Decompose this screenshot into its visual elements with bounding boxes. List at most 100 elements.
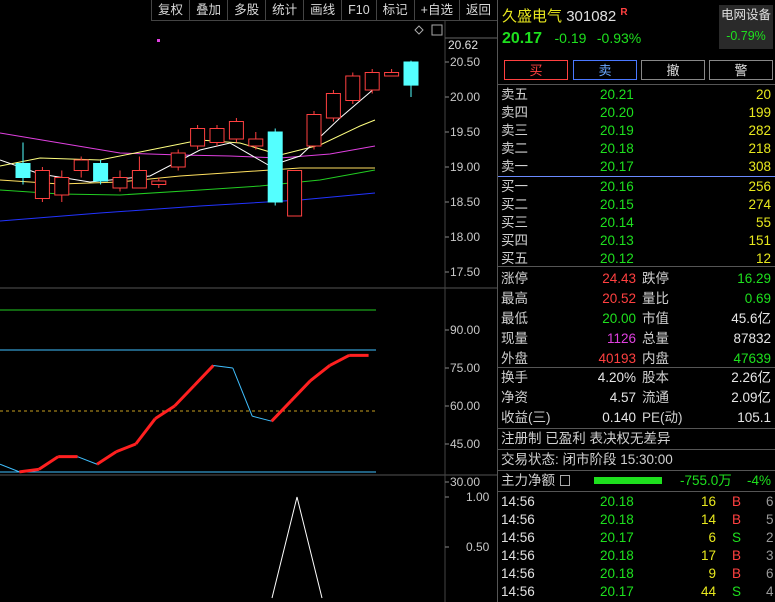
indicator-tick-label: 75.00 (450, 361, 480, 375)
order-row[interactable]: 卖四 20.20 199 (500, 104, 773, 122)
candle-body[interactable] (306, 114, 322, 147)
stat-value: 0.140 (602, 410, 636, 425)
order-volume: 55 (755, 215, 771, 230)
tick-qty: 44 (700, 584, 716, 599)
candle-body[interactable] (34, 170, 50, 199)
divider (498, 266, 775, 267)
stat-label: 市值 (642, 311, 669, 326)
order-row[interactable]: 卖三 20.19 282 (500, 122, 773, 140)
candle-body[interactable] (384, 72, 400, 77)
tick-time: 14:56 (501, 548, 535, 563)
stat-label: 外盘 (501, 351, 528, 366)
list-icon[interactable] (560, 475, 570, 486)
order-volume: 282 (748, 123, 771, 138)
divider (498, 84, 775, 85)
order-volume: 308 (748, 159, 771, 174)
lower-indicator-line (271, 496, 323, 599)
indicator-segment (252, 415, 272, 422)
toolbar-button[interactable]: 返回 (458, 0, 497, 21)
tick-row[interactable]: 14:56 20.18 14 B 5 (500, 511, 774, 529)
price-tick-label: 19.00 (450, 160, 480, 174)
price-tick-label: 17.50 (450, 265, 480, 279)
candle-body[interactable] (15, 163, 31, 178)
toolbar-button[interactable]: 叠加 (189, 0, 228, 21)
toolbar-button[interactable]: 统计 (265, 0, 304, 21)
current-price-label: 20.62 (448, 38, 478, 52)
tick-row[interactable]: 14:56 20.18 16 B 6 (500, 493, 774, 511)
candle-body[interactable] (73, 159, 89, 171)
order-row[interactable]: 买四 20.13 151 (500, 232, 773, 250)
toolbar-button[interactable]: 标记 (375, 0, 414, 21)
tick-count: 5 (766, 512, 774, 527)
sell-button[interactable]: 卖 (573, 60, 637, 80)
candle-body[interactable] (170, 152, 186, 168)
tick-row[interactable]: 14:56 20.17 6 S 2 (500, 529, 774, 547)
candle-body[interactable] (54, 177, 70, 196)
tick-time: 14:56 (501, 566, 535, 581)
panel-toggle-icon[interactable] (431, 24, 443, 36)
toolbar-button[interactable]: 多股 (227, 0, 266, 21)
stat-value: 20.52 (602, 291, 636, 306)
alert-button[interactable]: 警 (709, 60, 773, 80)
quote-panel: 久盛电气 301082 R 20.17 -0.19 -0.93% 电网设备 -0… (497, 0, 775, 602)
tick-row[interactable]: 14:56 20.18 17 B 3 (500, 547, 774, 565)
stat-value: 4.57 (609, 390, 636, 405)
candle-body[interactable] (131, 170, 147, 189)
candle-body[interactable] (325, 93, 341, 119)
main-flow-row[interactable]: 主力净额 -755.0万 -4% (500, 472, 773, 490)
divider (498, 428, 775, 429)
order-volume: 20 (755, 87, 771, 102)
indicator-segment (154, 404, 176, 420)
order-row[interactable]: 买一 20.16 256 (500, 178, 773, 196)
stat-value: 87832 (733, 331, 771, 346)
tick-side: B (732, 512, 742, 527)
candle-body[interactable] (403, 61, 419, 86)
main-flow-label: 主力净额 (501, 473, 555, 488)
stat-label: 收益(三) (501, 410, 551, 425)
kline-chart[interactable]: 20.50 20.00 19.50 19.00 18.50 18.00 17.50 20.62… (0, 0, 497, 602)
candle-body[interactable] (151, 180, 167, 185)
candle-body[interactable] (228, 121, 244, 140)
price-tick-label: 19.50 (450, 125, 480, 139)
price-change-pct: -0.93% (596, 30, 642, 46)
candle-body[interactable] (345, 75, 361, 101)
candle-body[interactable] (190, 128, 206, 147)
price-tick-label: 20.50 (450, 55, 480, 69)
sector-box[interactable]: 电网设备 -0.79% (719, 5, 773, 49)
order-row[interactable]: 卖二 20.18 218 (500, 140, 773, 158)
toolbar-button[interactable]: F10 (341, 0, 376, 21)
toolbar-button[interactable]: 画线 (303, 0, 342, 21)
order-row[interactable]: 买二 20.15 274 (500, 196, 773, 214)
diamond-icon[interactable] (414, 25, 424, 35)
candle-body[interactable] (112, 177, 128, 189)
stock-name: 久盛电气 (502, 8, 563, 25)
indicator-segment (289, 379, 312, 402)
sector-name: 电网设备 (720, 8, 771, 22)
stat-row: 最低 20.00 市值 45.6亿 (500, 310, 773, 328)
buy-button[interactable]: 买 (504, 60, 568, 80)
tick-side: B (732, 566, 742, 581)
candle-body[interactable] (287, 170, 303, 217)
candle-body[interactable] (248, 138, 264, 147)
order-row[interactable]: 卖五 20.21 20 (500, 86, 773, 104)
candle-body[interactable] (93, 163, 109, 182)
stat-label: 净资 (501, 390, 528, 405)
candle-body[interactable] (267, 131, 283, 203)
tick-row[interactable]: 14:56 20.17 44 S 4 (500, 583, 774, 601)
order-price: 20.14 (600, 215, 634, 230)
indicator-segment (37, 455, 60, 471)
candle-body[interactable] (209, 128, 225, 143)
tick-price: 20.17 (600, 530, 634, 545)
order-row[interactable]: 买三 20.14 55 (500, 214, 773, 232)
indicator-tick-label: 60.00 (450, 399, 480, 413)
divider (498, 367, 775, 368)
cancel-button[interactable]: 撤 (641, 60, 705, 80)
tick-time: 14:56 (501, 584, 535, 599)
tick-row[interactable]: 14:56 20.18 9 B 6 (500, 565, 774, 583)
toolbar-button[interactable]: 复权 (151, 0, 190, 21)
chart-area[interactable]: 20.50 20.00 19.50 19.00 18.50 18.00 17.50 20.62… (0, 0, 497, 602)
order-row[interactable]: 卖一 20.17 308 (500, 158, 773, 176)
candle-body[interactable] (364, 72, 380, 91)
tick-count: 4 (766, 584, 774, 599)
toolbar-button[interactable]: +自选 (413, 0, 459, 21)
